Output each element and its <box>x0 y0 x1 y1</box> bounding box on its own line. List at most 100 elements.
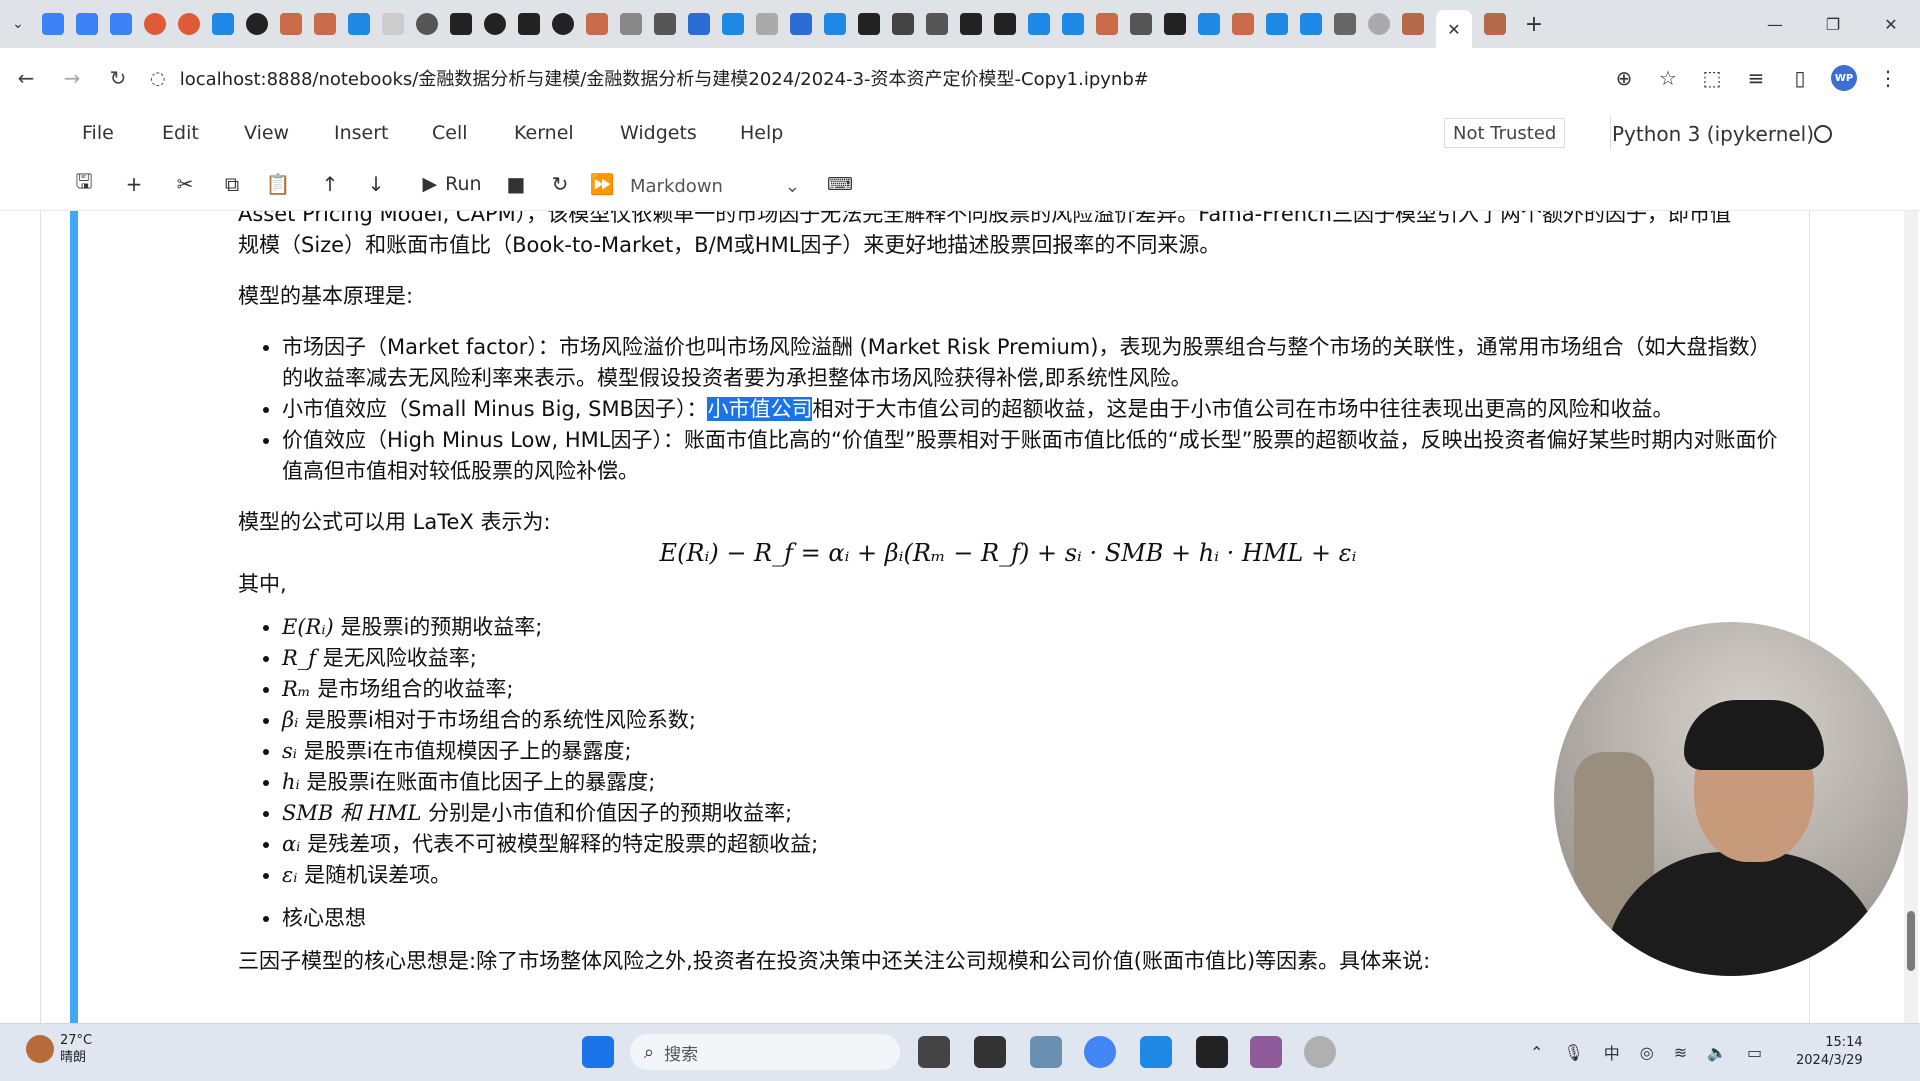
tab-favicon[interactable] <box>178 13 200 35</box>
microphone-icon[interactable]: 🎙 <box>1563 1043 1583 1062</box>
tab-favicon[interactable] <box>1164 13 1186 35</box>
tab-favicon[interactable] <box>246 13 268 35</box>
run-button[interactable]: ▶ Run <box>416 170 488 198</box>
taskbar-search[interactable]: ⌕ 搜索 <box>630 1034 900 1070</box>
volume-icon[interactable]: 🔈 <box>1707 1043 1727 1062</box>
restart-icon[interactable]: ↻ <box>546 170 574 198</box>
tab-favicon[interactable] <box>790 13 812 35</box>
browser-menu-icon[interactable]: ⋮ <box>1866 58 1910 98</box>
tab-favicon[interactable] <box>144 13 166 35</box>
url-text[interactable]: localhost:8888/notebooks/金融数据分析与建模/金融数据分… <box>180 65 1149 91</box>
tab-favicon[interactable] <box>994 13 1016 35</box>
tab-favicon[interactable] <box>1300 13 1322 35</box>
extensions-icon[interactable]: ⬚ <box>1690 58 1734 98</box>
taskbar-app-icon[interactable] <box>1304 1036 1336 1068</box>
tab-favicon[interactable] <box>1368 13 1390 35</box>
back-icon[interactable]: ← <box>6 58 46 98</box>
move-down-icon[interactable]: ↓ <box>362 170 390 198</box>
windows-start-icon[interactable] <box>582 1036 614 1068</box>
ime-icon[interactable]: 中 <box>1604 1040 1620 1064</box>
active-tab-close-icon[interactable]: ✕ <box>1436 10 1472 48</box>
wifi-icon[interactable]: ≋ <box>1674 1043 1687 1062</box>
site-info-icon[interactable]: ◌ <box>150 68 166 89</box>
save-icon[interactable]: 🖫 <box>70 169 98 198</box>
url-field[interactable]: ◌ localhost:8888/notebooks/金融数据分析与建模/金融数… <box>150 58 1550 98</box>
bookmark-star-icon[interactable]: ☆ <box>1646 58 1690 98</box>
tab-favicon[interactable] <box>1198 13 1220 35</box>
tab-favicon[interactable] <box>1096 13 1118 35</box>
markdown-cell[interactable]: Asset Pricing Model, CAPM），该模型仅依赖单一的市场因子… <box>238 211 1778 977</box>
menu-file[interactable]: File <box>82 122 114 144</box>
tab-favicon[interactable] <box>552 13 574 35</box>
tray-expand-icon[interactable]: ⌃ <box>1530 1043 1543 1062</box>
tab-favicon[interactable] <box>1028 13 1050 35</box>
tab-favicon[interactable] <box>586 13 608 35</box>
tab-favicon[interactable] <box>620 13 642 35</box>
tab-favicon[interactable] <box>314 13 336 35</box>
fast-forward-icon[interactable]: ⏩ <box>588 170 616 198</box>
move-up-icon[interactable]: ↑ <box>316 170 344 198</box>
tab-favicon[interactable] <box>926 13 948 35</box>
tab-favicon[interactable] <box>858 13 880 35</box>
tab-favicon[interactable] <box>960 13 982 35</box>
paste-icon[interactable]: 📋 <box>264 170 292 198</box>
cut-icon[interactable]: ✂ <box>171 170 199 198</box>
reading-list-icon[interactable]: ≡ <box>1734 58 1778 98</box>
menu-widgets[interactable]: Widgets <box>620 122 697 144</box>
taskbar-app-icon[interactable] <box>1140 1036 1172 1068</box>
battery-icon[interactable]: ▭ <box>1747 1043 1762 1062</box>
cmd-icon[interactable] <box>1196 1036 1228 1068</box>
tab-favicon[interactable] <box>1232 13 1254 35</box>
file-explorer-icon[interactable] <box>1030 1036 1062 1068</box>
tab-favicon[interactable] <box>1130 13 1152 35</box>
kernel-name[interactable]: Python 3 (ipykernel) <box>1612 122 1814 146</box>
forward-icon[interactable]: → <box>52 58 92 98</box>
tab-favicon[interactable] <box>484 13 506 35</box>
tab-favicon[interactable] <box>110 13 132 35</box>
tab-search-icon[interactable]: ⌄ <box>0 6 36 42</box>
weather-widget[interactable]: 27°C 晴朗 <box>26 1032 92 1066</box>
tab-favicon[interactable] <box>892 13 914 35</box>
tab-favicon[interactable] <box>756 13 778 35</box>
tab-favicon[interactable] <box>42 13 64 35</box>
insert-cell-icon[interactable]: + <box>120 170 148 198</box>
clock[interactable]: 15:14 2024/3/29 <box>1796 1034 1863 1070</box>
tab-favicon[interactable] <box>1484 13 1506 35</box>
minimize-icon[interactable]: — <box>1746 0 1804 48</box>
sidebar-icon[interactable]: ▯ <box>1778 58 1822 98</box>
terminal-app-icon[interactable] <box>974 1036 1006 1068</box>
taskbar-app-icon[interactable] <box>918 1036 950 1068</box>
menu-insert[interactable]: Insert <box>334 122 389 144</box>
menu-help[interactable]: Help <box>740 122 783 144</box>
tab-favicon[interactable] <box>348 13 370 35</box>
tab-favicon[interactable] <box>212 13 234 35</box>
chrome-icon[interactable] <box>1084 1036 1116 1068</box>
zoom-icon[interactable]: ⊕ <box>1602 58 1646 98</box>
tab-favicon[interactable] <box>450 13 472 35</box>
menu-kernel[interactable]: Kernel <box>514 122 574 144</box>
tab-favicon[interactable] <box>688 13 710 35</box>
new-tab-button[interactable]: + <box>1520 10 1548 38</box>
tab-favicon[interactable] <box>1266 13 1288 35</box>
tab-favicon[interactable] <box>518 13 540 35</box>
tab-favicon[interactable] <box>654 13 676 35</box>
scrollbar-thumb[interactable] <box>1907 911 1915 971</box>
tab-favicon[interactable] <box>382 13 404 35</box>
tab-favicon[interactable] <box>416 13 438 35</box>
not-trusted-button[interactable]: Not Trusted <box>1444 118 1566 148</box>
cell-type-select[interactable]: Markdown ⌄ <box>630 172 800 200</box>
keyboard-icon[interactable]: ⌨ <box>826 170 854 198</box>
scrollbar[interactable] <box>1904 211 1918 1023</box>
tab-favicon[interactable] <box>280 13 302 35</box>
close-window-icon[interactable]: ✕ <box>1862 0 1920 48</box>
menu-edit[interactable]: Edit <box>162 122 199 144</box>
tab-favicon[interactable] <box>1062 13 1084 35</box>
tab-favicon[interactable] <box>76 13 98 35</box>
tab-favicon[interactable] <box>824 13 846 35</box>
reload-icon[interactable]: ↻ <box>98 58 138 98</box>
restore-icon[interactable]: ❐ <box>1804 0 1862 48</box>
tab-favicon[interactable] <box>1334 13 1356 35</box>
menu-cell[interactable]: Cell <box>432 122 468 144</box>
tab-favicon[interactable] <box>1402 13 1424 35</box>
tray-app-icon[interactable]: ◎ <box>1640 1043 1654 1062</box>
